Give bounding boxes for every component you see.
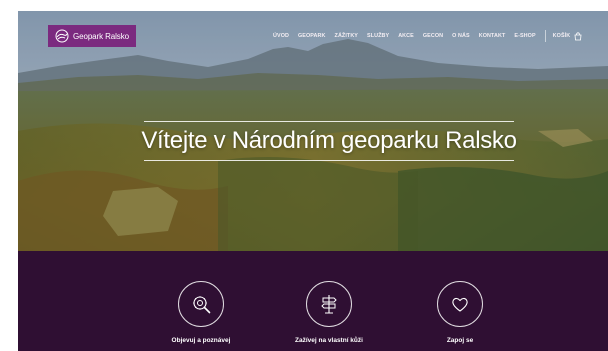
nav-item-kontakt[interactable]: KONTAKT — [479, 33, 506, 39]
brand-name: Geopark Ralsko — [73, 31, 129, 41]
main-navigation: ÚVOD GEOPARK ZÁŽITKY SLUŽBY AKCE GECON O… — [273, 30, 608, 42]
magnifier-gear-icon — [193, 296, 211, 314]
geopark-logo[interactable]: Geopark Ralsko — [48, 25, 136, 47]
nav-divider — [544, 30, 546, 42]
signpost-icon — [321, 295, 337, 314]
hero-banner: Geopark Ralsko ÚVOD GEOPARK ZÁŽITKY SLUŽ… — [18, 11, 608, 251]
nav-item-sluzby[interactable]: SLUŽBY — [367, 33, 389, 39]
cart-link[interactable]: KOŠÍK — [553, 33, 571, 39]
feature-label: Zažívej na vlastní kůži — [295, 337, 363, 344]
hero-headline: Vítejte v Národním geoparku Ralsko — [141, 127, 517, 154]
feature-objevuj[interactable]: Objevuj a poznávej — [141, 281, 261, 344]
features-strip: Objevuj a poznávej Zažívej na vlastní ků… — [18, 251, 608, 351]
nav-item-geopark[interactable]: GEOPARK — [298, 33, 326, 39]
cart-icon[interactable] — [574, 31, 582, 41]
feature-zazivej[interactable]: Zažívej na vlastní kůži — [269, 281, 389, 344]
hero-headline-frame: Vítejte v Národním geoparku Ralsko — [141, 121, 517, 161]
feature-label: Objevuj a poznávej — [171, 337, 231, 344]
nav-item-zazitky[interactable]: ZÁŽITKY — [335, 33, 358, 39]
nav-item-o-nas[interactable]: O NÁS — [452, 33, 470, 39]
nav-item-akce[interactable]: AKCE — [398, 33, 414, 39]
page: Geopark Ralsko ÚVOD GEOPARK ZÁŽITKY SLUŽ… — [18, 11, 608, 351]
nav-item-e-shop[interactable]: E-SHOP — [514, 33, 535, 39]
nav-item-uvod[interactable]: ÚVOD — [273, 33, 289, 39]
feature-label: Zapoj se — [446, 337, 474, 344]
geopark-logo-icon — [55, 29, 69, 43]
nav-item-gecon[interactable]: GECON — [423, 33, 443, 39]
heart-icon — [452, 297, 468, 312]
feature-zapoj-se[interactable]: Zapoj se — [400, 281, 520, 344]
feature-circle — [306, 281, 352, 327]
feature-circle — [437, 281, 483, 327]
feature-circle — [178, 281, 224, 327]
